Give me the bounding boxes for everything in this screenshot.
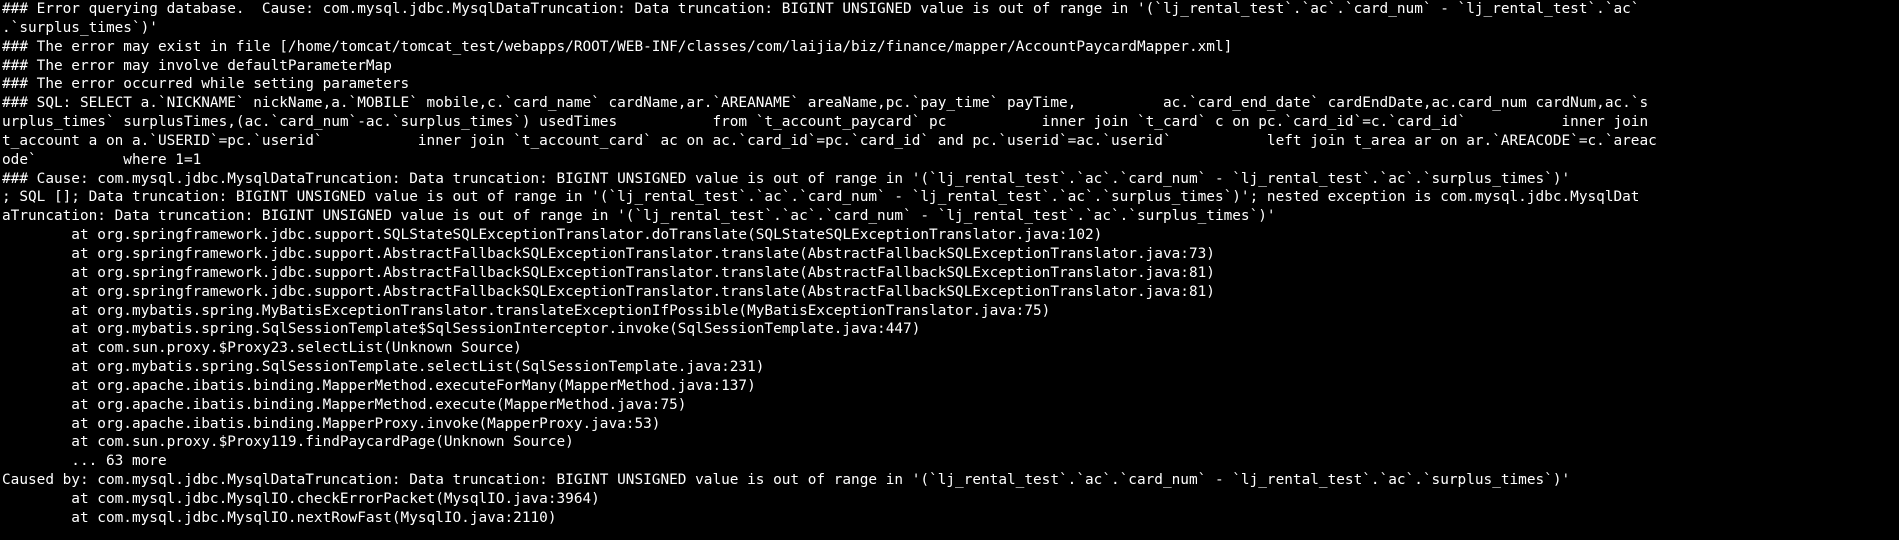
terminal-line: ### Error querying database. Cause: com.… — [2, 1, 1640, 17]
terminal-line: ### SQL: SELECT a.`NICKNAME` nickName,a.… — [2, 95, 1649, 112]
terminal-line: at org.springframework.jdbc.support.Abst… — [2, 245, 1215, 262]
terminal-output[interactable]: ### Error querying database. Cause: com.… — [0, 0, 1899, 540]
terminal-line: at org.mybatis.spring.SqlSessionTemplate… — [2, 321, 921, 338]
terminal-line: at org.mybatis.spring.SqlSessionTemplate… — [2, 359, 765, 376]
terminal-line: at org.mybatis.spring.MyBatisExceptionTr… — [2, 302, 1051, 319]
terminal-line: ### The error occurred while setting par… — [2, 76, 410, 93]
terminal-line: t_account a on a.`USERID`=pc.`userid` in… — [2, 132, 1657, 149]
terminal-line: at org.apache.ibatis.binding.MapperProxy… — [2, 415, 661, 432]
terminal-line: at org.apache.ibatis.binding.MapperMetho… — [2, 396, 687, 413]
terminal-line: ### Cause: com.mysql.jdbc.MysqlDataTrunc… — [2, 170, 1571, 187]
terminal-line: aTruncation: Data truncation: BIGINT UNS… — [2, 208, 1276, 225]
terminal-line: ### The error may exist in file [/home/t… — [2, 38, 1233, 55]
terminal-line: at com.mysql.jdbc.MysqlIO.checkErrorPack… — [2, 490, 600, 507]
terminal-line: at org.springframework.jdbc.support.Abst… — [2, 283, 1215, 300]
terminal-line: .`surplus_times`)' — [2, 19, 158, 36]
terminal-line: at com.sun.proxy.$Proxy119.findPaycardPa… — [2, 434, 574, 451]
terminal-line: at org.apache.ibatis.binding.MapperMetho… — [2, 377, 756, 394]
terminal-line: ... 63 more — [2, 453, 167, 470]
terminal-line: at com.sun.proxy.$Proxy23.selectList(Unk… — [2, 340, 522, 357]
terminal-line: ode` where 1=1 — [2, 151, 202, 168]
terminal-line: ### The error may involve defaultParamet… — [2, 57, 392, 74]
terminal-line: Caused by: com.mysql.jdbc.MysqlDataTrunc… — [2, 472, 1571, 489]
terminal-line: at com.mysql.jdbc.MysqlIO.nextRowFast(My… — [2, 509, 557, 526]
terminal-line: urplus_times` surplusTimes,(ac.`card_num… — [2, 114, 1649, 131]
terminal-line: at org.springframework.jdbc.support.Abst… — [2, 264, 1215, 281]
terminal-line: at org.springframework.jdbc.support.SQLS… — [2, 227, 1103, 244]
terminal-line: ; SQL []; Data truncation: BIGINT UNSIGN… — [2, 189, 1640, 206]
